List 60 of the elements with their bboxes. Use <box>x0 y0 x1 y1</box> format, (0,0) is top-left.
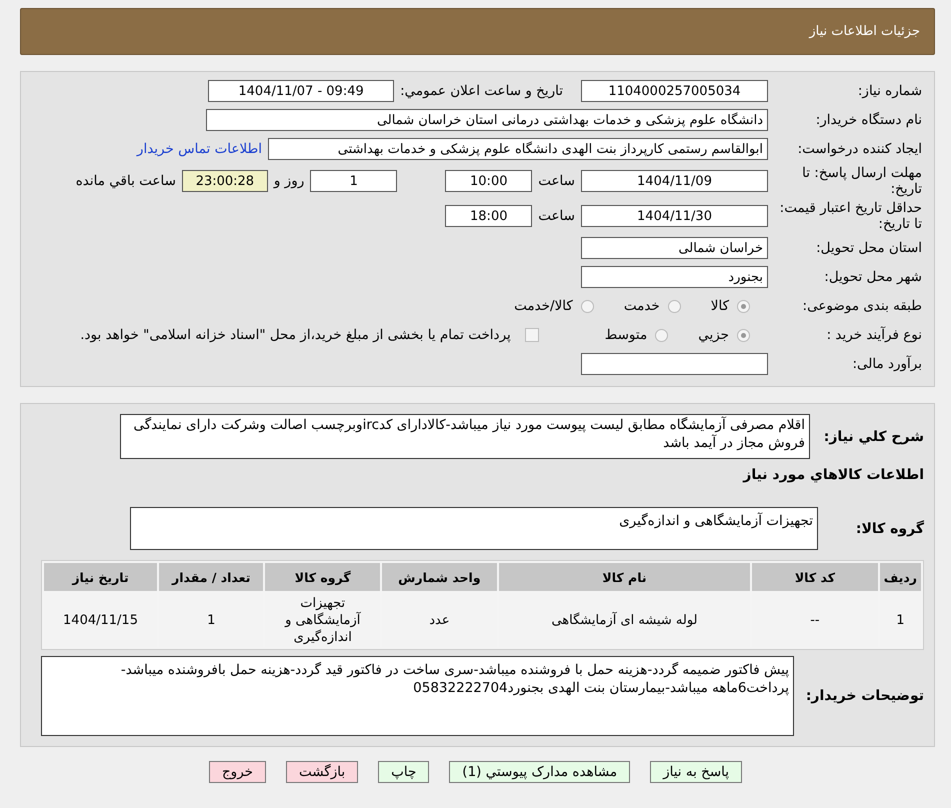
field-label: توضیحات خریدار: <box>804 688 924 704</box>
time-label: ساعت <box>538 173 575 189</box>
field-label: شماره نیاز: <box>856 83 922 99</box>
city-field: بجنورد <box>581 266 768 288</box>
days-field: 1 <box>310 170 398 192</box>
field-label: مهلت ارسال پاسخ: تا تاریخ: <box>801 165 922 197</box>
buyer-field: دانشگاه علوم پزشکی و خدمات بهداشتی درمانی استان خراسان شمالی <box>206 109 768 131</box>
radio-button[interactable] <box>668 300 681 312</box>
buyer-notes-textarea[interactable]: پیش فاکتور ضمیمه گردد-هزینه حمل با فروشنده میباشد-سری ساخت در فاکتور قید گردد-هزینه حمل بافروشنده میباشد-پرداخت6ماهه میباشد-بیمارستان بنت الهدی بجنورد05832222704 <box>41 656 794 736</box>
province-field: خراسان شمالی <box>581 237 768 259</box>
remaining-time-field: 23:00:28 <box>182 170 268 192</box>
field-label: ایجاد کننده درخواست: <box>796 141 922 157</box>
radio-label: متوسط <box>604 327 648 343</box>
remaining-label: ساعت باقي مانده <box>76 173 176 189</box>
buyer-contact-link[interactable]: اطلاعات تماس خریدار <box>136 141 262 157</box>
section-title: اطلاعات کالاهاي مورد نیاز <box>742 467 924 483</box>
field-label: حداقل تاریخ اعتبار قیمت: تا تاریخ: <box>778 200 922 232</box>
column-header: کد کالا <box>752 563 878 591</box>
field-label: طبقه بندی موضوعی: <box>802 298 922 314</box>
summary-textarea[interactable]: اقلام مصرفی آزمایشگاه مطابق لیست پیوست مورد نیاز میباشد-کالادارای کدircوبرچسب اصالت وشرکت دارای نمایندگی فروش مجاز در آیمد باشد <box>120 414 810 459</box>
group-textarea[interactable]: تجهیزات آزمایشگاهی و اندازه‌گیری <box>130 507 818 550</box>
radio-button[interactable] <box>737 328 750 342</box>
creator-field: ابوالقاسم رستمی کارپرداز بنت الهدی دانشگاه علوم پزشکی و خدمات بهداشتی <box>268 138 768 160</box>
radio-button[interactable] <box>580 300 594 312</box>
field-label: شرح کلي نیاز: <box>822 428 924 444</box>
radio-button[interactable] <box>737 300 750 312</box>
column-header: تعداد / مقدار <box>159 563 264 591</box>
action-button[interactable]: بازگشت <box>286 761 358 783</box>
action-button[interactable]: پاسخ به نیاز <box>650 761 742 783</box>
field-label: گروه کالا: <box>854 520 924 536</box>
validity-date-field: 1404/11/30 <box>581 205 768 227</box>
checkbox-label: پرداخت تمام یا بخشی از مبلغ خرید،از محل "اسناد خزانه اسلامی" خواهد بود. <box>80 327 511 343</box>
action-button[interactable]: مشاهده مدارک پیوستي (1) <box>449 761 630 783</box>
field-label: تاریخ و ساعت اعلان عمومي: <box>400 83 563 99</box>
action-button[interactable]: چاپ <box>378 761 430 783</box>
field-label: استان محل تحویل: <box>815 240 922 256</box>
field-label: نام دستگاه خریدار: <box>814 112 922 128</box>
column-header: تاریخ نیاز <box>44 563 157 591</box>
radio-label: خدمت <box>624 298 660 314</box>
days-label: روز و <box>274 173 304 189</box>
column-header: ردیف <box>880 563 921 591</box>
radio-button[interactable] <box>655 328 668 342</box>
radio-label: کالا <box>710 298 729 314</box>
time-label: ساعت <box>538 208 575 224</box>
announce-date-field: 1404/11/07 - 09:49 <box>208 80 394 102</box>
action-button[interactable]: خروج <box>208 761 266 783</box>
column-header: گروه کالا <box>265 563 380 591</box>
deadline-time-field: 10:00 <box>445 170 532 192</box>
need-number-field: 1104000257005034 <box>581 80 768 102</box>
field-label: برآورد مالی: <box>851 356 922 372</box>
radio-label: کالا/خدمت <box>514 298 573 314</box>
column-header: واحد شمارش <box>382 563 497 591</box>
column-header: نام کالا <box>498 563 750 591</box>
field-label: نوع فرآیند خرید : <box>826 327 922 343</box>
field-label: شهر محل تحویل: <box>823 269 922 285</box>
validity-time-field: 18:00 <box>445 205 532 227</box>
deadline-date-field: 1404/11/09 <box>581 170 768 192</box>
page-title: جزئیات اطلاعات نیاز <box>809 24 920 39</box>
checkbox[interactable] <box>524 328 539 342</box>
radio-label: جزيي <box>698 327 729 343</box>
